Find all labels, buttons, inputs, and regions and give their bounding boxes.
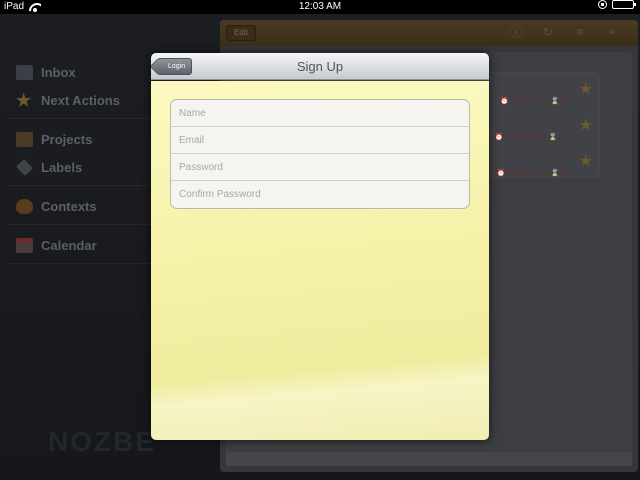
sidebar-item-label: Calendar <box>41 237 97 253</box>
notepad-background <box>151 81 489 440</box>
sidebar-item-label: Next Actions <box>41 92 120 108</box>
star-icon: ★ <box>578 117 593 134</box>
sidebar-item-label: Projects <box>41 131 93 147</box>
star-icon: ★ <box>578 81 593 98</box>
task-date: ⏰ Aug 31, 2010 ⌛1h <box>496 170 567 177</box>
email-field[interactable] <box>171 127 469 154</box>
modal-navbar: Login Sign Up <box>151 53 489 80</box>
calendar-icon <box>16 237 33 253</box>
app-logo: NOZBE <box>48 426 156 457</box>
modal-title: Sign Up <box>296 59 344 74</box>
task-panel-footer <box>226 452 632 466</box>
trophy-icon <box>16 198 33 214</box>
inbox-icon <box>16 64 33 80</box>
folder-icon <box>16 131 33 147</box>
name-field[interactable] <box>171 100 469 127</box>
rotation-lock-icon <box>598 0 607 9</box>
refresh-icon: ↻ <box>542 25 554 39</box>
sidebar-item-label: Labels <box>41 159 83 175</box>
star-icon: ★ <box>16 90 32 110</box>
status-bar: iPad 12:03 AM <box>0 0 640 14</box>
task-date: ⏰ Aug 31, 2010 ⌛5m <box>494 134 567 141</box>
signup-modal: Login Sign Up <box>151 53 489 440</box>
tag-icon <box>16 158 33 176</box>
confirm-password-field[interactable] <box>171 181 469 208</box>
edit-button: Edit <box>226 25 256 41</box>
star-icon: ★ <box>578 153 593 170</box>
clock: 12:03 AM <box>298 1 342 12</box>
password-field[interactable] <box>171 154 469 181</box>
task-date: ⏰ Sep 1, 2010 ⌛4h <box>500 98 567 105</box>
task-toolbar: Edit ⓘ ↻ ≡ + <box>220 20 638 46</box>
signup-form <box>170 99 470 209</box>
list-icon: ≡ <box>576 25 584 39</box>
battery-icon <box>612 0 636 9</box>
info-icon: ⓘ <box>510 25 523 39</box>
add-icon: + <box>608 25 616 39</box>
sidebar-item-label: Inbox <box>41 64 76 80</box>
sidebar-item-label: Contexts <box>41 198 97 214</box>
